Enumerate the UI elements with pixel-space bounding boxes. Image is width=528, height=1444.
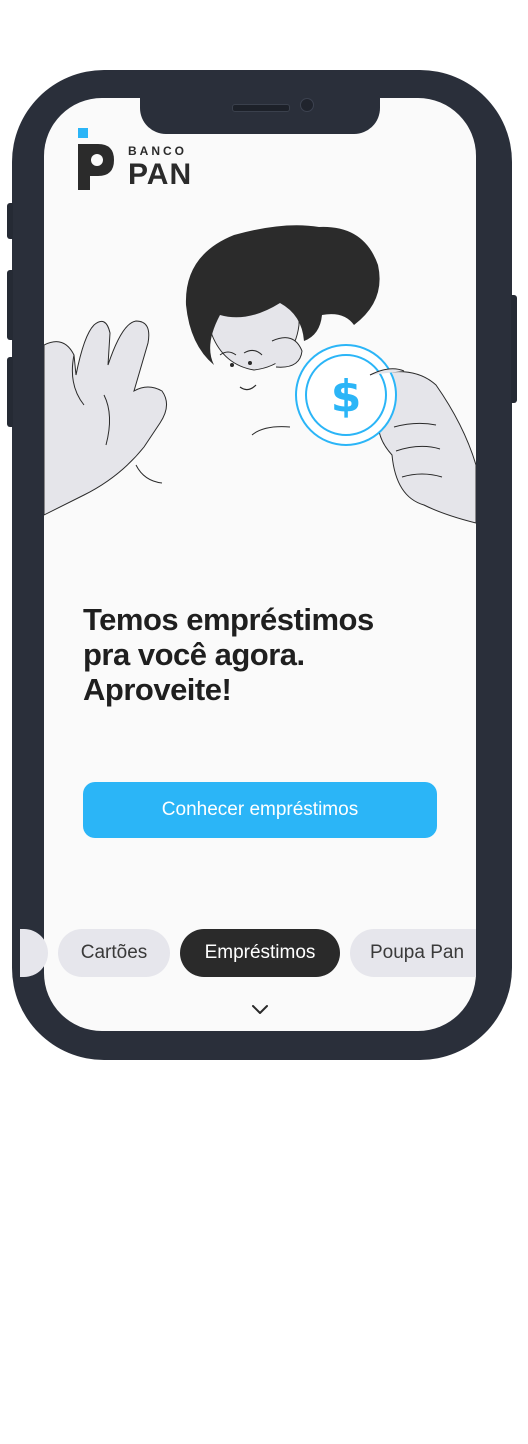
side-button-volume-down xyxy=(7,357,13,427)
phone-speaker xyxy=(232,104,290,112)
ok-hand-illustration xyxy=(44,320,167,516)
tab-cartoes[interactable]: Cartões xyxy=(58,929,170,977)
side-button-mute xyxy=(7,203,13,239)
brand-line-2: PAN xyxy=(128,158,193,191)
hero-illustration: $ xyxy=(44,225,476,524)
svg-text:$: $ xyxy=(331,371,362,422)
side-button-power xyxy=(511,295,517,403)
side-button-volume-up xyxy=(7,270,13,340)
brand-name: BANCO PAN xyxy=(128,144,192,190)
tab-emprestimos[interactable]: Empréstimos xyxy=(180,929,340,977)
phone-camera xyxy=(300,98,314,112)
chevron-down-icon[interactable] xyxy=(250,1002,270,1016)
conhecer-emprestimos-button[interactable]: Conhecer empréstimos xyxy=(83,782,437,838)
tab-poupa-pan[interactable]: Poupa Pan xyxy=(350,929,476,977)
hero-headline: Temos empréstimos pra você agora. Aprove… xyxy=(83,602,374,707)
brand-line-1: BANCO xyxy=(128,144,187,158)
dollar-coin-icon: $ xyxy=(295,344,397,446)
